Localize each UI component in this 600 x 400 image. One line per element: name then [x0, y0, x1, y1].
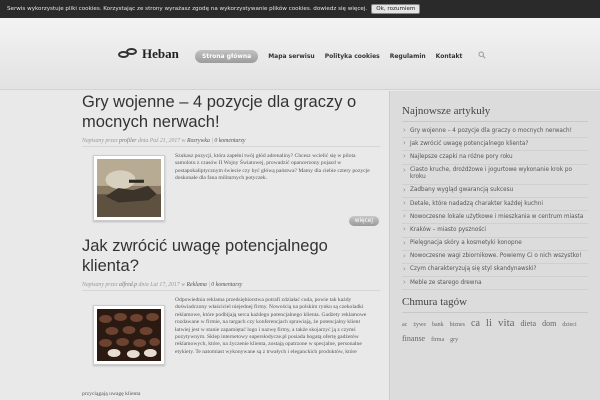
- recent-article-link[interactable]: Ciasto kruche, drożdżowe i jogurtowe wyk…: [402, 165, 588, 185]
- recent-article-link[interactable]: Czym charakteryzują się styl skandynawsk…: [402, 264, 588, 278]
- recent-article-link[interactable]: Nowoczesne lokale użytkowe i mieszkania …: [402, 211, 588, 225]
- post-date: Lut 17, 2017: [150, 282, 180, 288]
- main-nav: Strona główna Mapa serwisu Polityka cook…: [195, 50, 472, 63]
- tag-link[interactable]: ca: [471, 318, 480, 329]
- post-thumbnail[interactable]: [93, 305, 165, 365]
- recent-article-link[interactable]: Kraków – miasto pyszności: [402, 224, 588, 238]
- recent-article-link[interactable]: Gry wojenne – 4 pozycje dla graczy o moc…: [402, 125, 588, 139]
- meta-prefix: Napisany przez: [82, 282, 118, 288]
- meta-date-prefix: dnia: [138, 138, 149, 144]
- recent-article-link[interactable]: Nowoczesne wagi zbiornikowe. Powiemy Ci …: [402, 251, 588, 264]
- post-meta: Napisany przez profiler dnia Paź 21, 201…: [82, 138, 380, 147]
- recent-article-link[interactable]: Detale, które nadadzą charakter każdej k…: [402, 198, 588, 212]
- tag-cloud-title: Chmura tagów: [402, 296, 588, 314]
- post-title[interactable]: Gry wojenne – 4 pozycje dla graczy o moc…: [82, 92, 380, 132]
- post-comments[interactable]: 0 komentarzy: [214, 138, 245, 144]
- read-more-button[interactable]: więcej: [348, 216, 379, 226]
- recent-article-link[interactable]: Zadbany wygląd gwarancją sukcesu: [402, 185, 588, 198]
- chocolates-image: [97, 309, 161, 361]
- logo-text: Heban: [142, 46, 179, 61]
- tag-link[interactable]: vita: [498, 317, 515, 329]
- meta-in: w: [181, 138, 186, 144]
- recent-article-link[interactable]: Najlepsze czapki na różne pory roku: [402, 151, 588, 165]
- recent-articles-title: Najnowsze artykuły: [402, 105, 588, 122]
- meta-date-prefix: dnia: [138, 282, 149, 288]
- tag-link[interactable]: dzieci: [562, 322, 576, 328]
- search-icon[interactable]: [478, 51, 486, 59]
- tag-link[interactable]: żywe: [413, 322, 426, 328]
- tag-link[interactable]: ac: [402, 322, 407, 328]
- post-excerpt: Szukasz pozycji, która zapełni twój głód…: [175, 153, 370, 182]
- post-author[interactable]: alfred.p: [119, 282, 137, 288]
- post-body: Szukasz pozycji, która zapełni twój głód…: [82, 153, 380, 226]
- tag-link[interactable]: biznes: [450, 322, 465, 328]
- tag-link[interactable]: li: [486, 317, 492, 329]
- war-scene-image: [97, 159, 161, 217]
- tag-link[interactable]: dieta: [521, 319, 537, 328]
- site-logo[interactable]: Heban: [118, 46, 179, 62]
- logo-mark-icon: [118, 48, 140, 60]
- main-content: Gry wojenne – 4 pozycje dla graczy o moc…: [82, 92, 380, 400]
- post-date: Paź 21, 2017: [149, 138, 181, 144]
- post-comments[interactable]: 0 komentarzy: [211, 282, 242, 288]
- recent-article-link[interactable]: Pielęgnacja skóry a kosmetyki konopne: [402, 238, 588, 251]
- nav-item-home[interactable]: Strona główna: [195, 50, 259, 63]
- meta-in: w: [181, 282, 186, 288]
- tag-link[interactable]: dom: [542, 319, 556, 328]
- post-excerpt-text: Odpowiednia reklama przedsiębiorstwa pot…: [175, 297, 367, 355]
- post-thumbnail[interactable]: [93, 155, 165, 221]
- meta-prefix: Napisany przez: [82, 138, 118, 144]
- tag-link[interactable]: bank: [432, 322, 444, 328]
- tag-cloud: ac żywe bank biznes ca li vita dieta dom…: [402, 316, 588, 346]
- post-excerpt: Odpowiednia reklama przedsiębiorstwa pot…: [82, 297, 375, 397]
- tag-link[interactable]: gry: [450, 337, 458, 343]
- recent-article-link[interactable]: Jak zwrócić uwagę potencjalnego klienta?: [402, 138, 588, 152]
- sidebar: Najnowsze artykuły Gry wojenne – 4 pozyc…: [389, 91, 600, 400]
- recent-article-link[interactable]: Meble ze starego drewna: [402, 277, 588, 291]
- nav-item-terms[interactable]: Regulamin: [390, 53, 426, 60]
- tag-link[interactable]: firma: [431, 337, 444, 343]
- post-body: Odpowiednia reklama przedsiębiorstwa pot…: [82, 297, 380, 400]
- site-header: Heban Strona główna Mapa serwisu Polityk…: [0, 18, 600, 90]
- post: Gry wojenne – 4 pozycje dla graczy o moc…: [82, 92, 380, 226]
- cookie-bar: Serwis wykorzystuje pliki cookies. Korzy…: [0, 0, 600, 18]
- post-meta: Napisany przez alfred.p dnia Lut 17, 201…: [82, 282, 380, 291]
- nav-item-sitemap[interactable]: Mapa serwisu: [268, 53, 315, 60]
- nav-item-cookie-policy[interactable]: Polityka cookies: [325, 53, 380, 60]
- post-excerpt-tail: przyciągają uwagę klienta: [82, 391, 141, 397]
- recent-articles-list: Gry wojenne – 4 pozycje dla graczy o moc…: [402, 125, 588, 291]
- post: Jak zwrócić uwagę potencjalnego klienta?…: [82, 236, 380, 400]
- post-title[interactable]: Jak zwrócić uwagę potencjalnego klienta?: [82, 236, 380, 276]
- post-category[interactable]: Rozrywka: [187, 138, 210, 144]
- cookie-accept-button[interactable]: Ok, rozumiem: [371, 4, 421, 14]
- cookie-message: Serwis wykorzystuje pliki cookies. Korzy…: [7, 6, 368, 12]
- post-category[interactable]: Reklama: [187, 282, 207, 288]
- post-author[interactable]: profiler: [119, 138, 137, 144]
- tag-link[interactable]: finanse: [402, 334, 425, 343]
- nav-item-contact[interactable]: Kontakt: [436, 53, 463, 60]
